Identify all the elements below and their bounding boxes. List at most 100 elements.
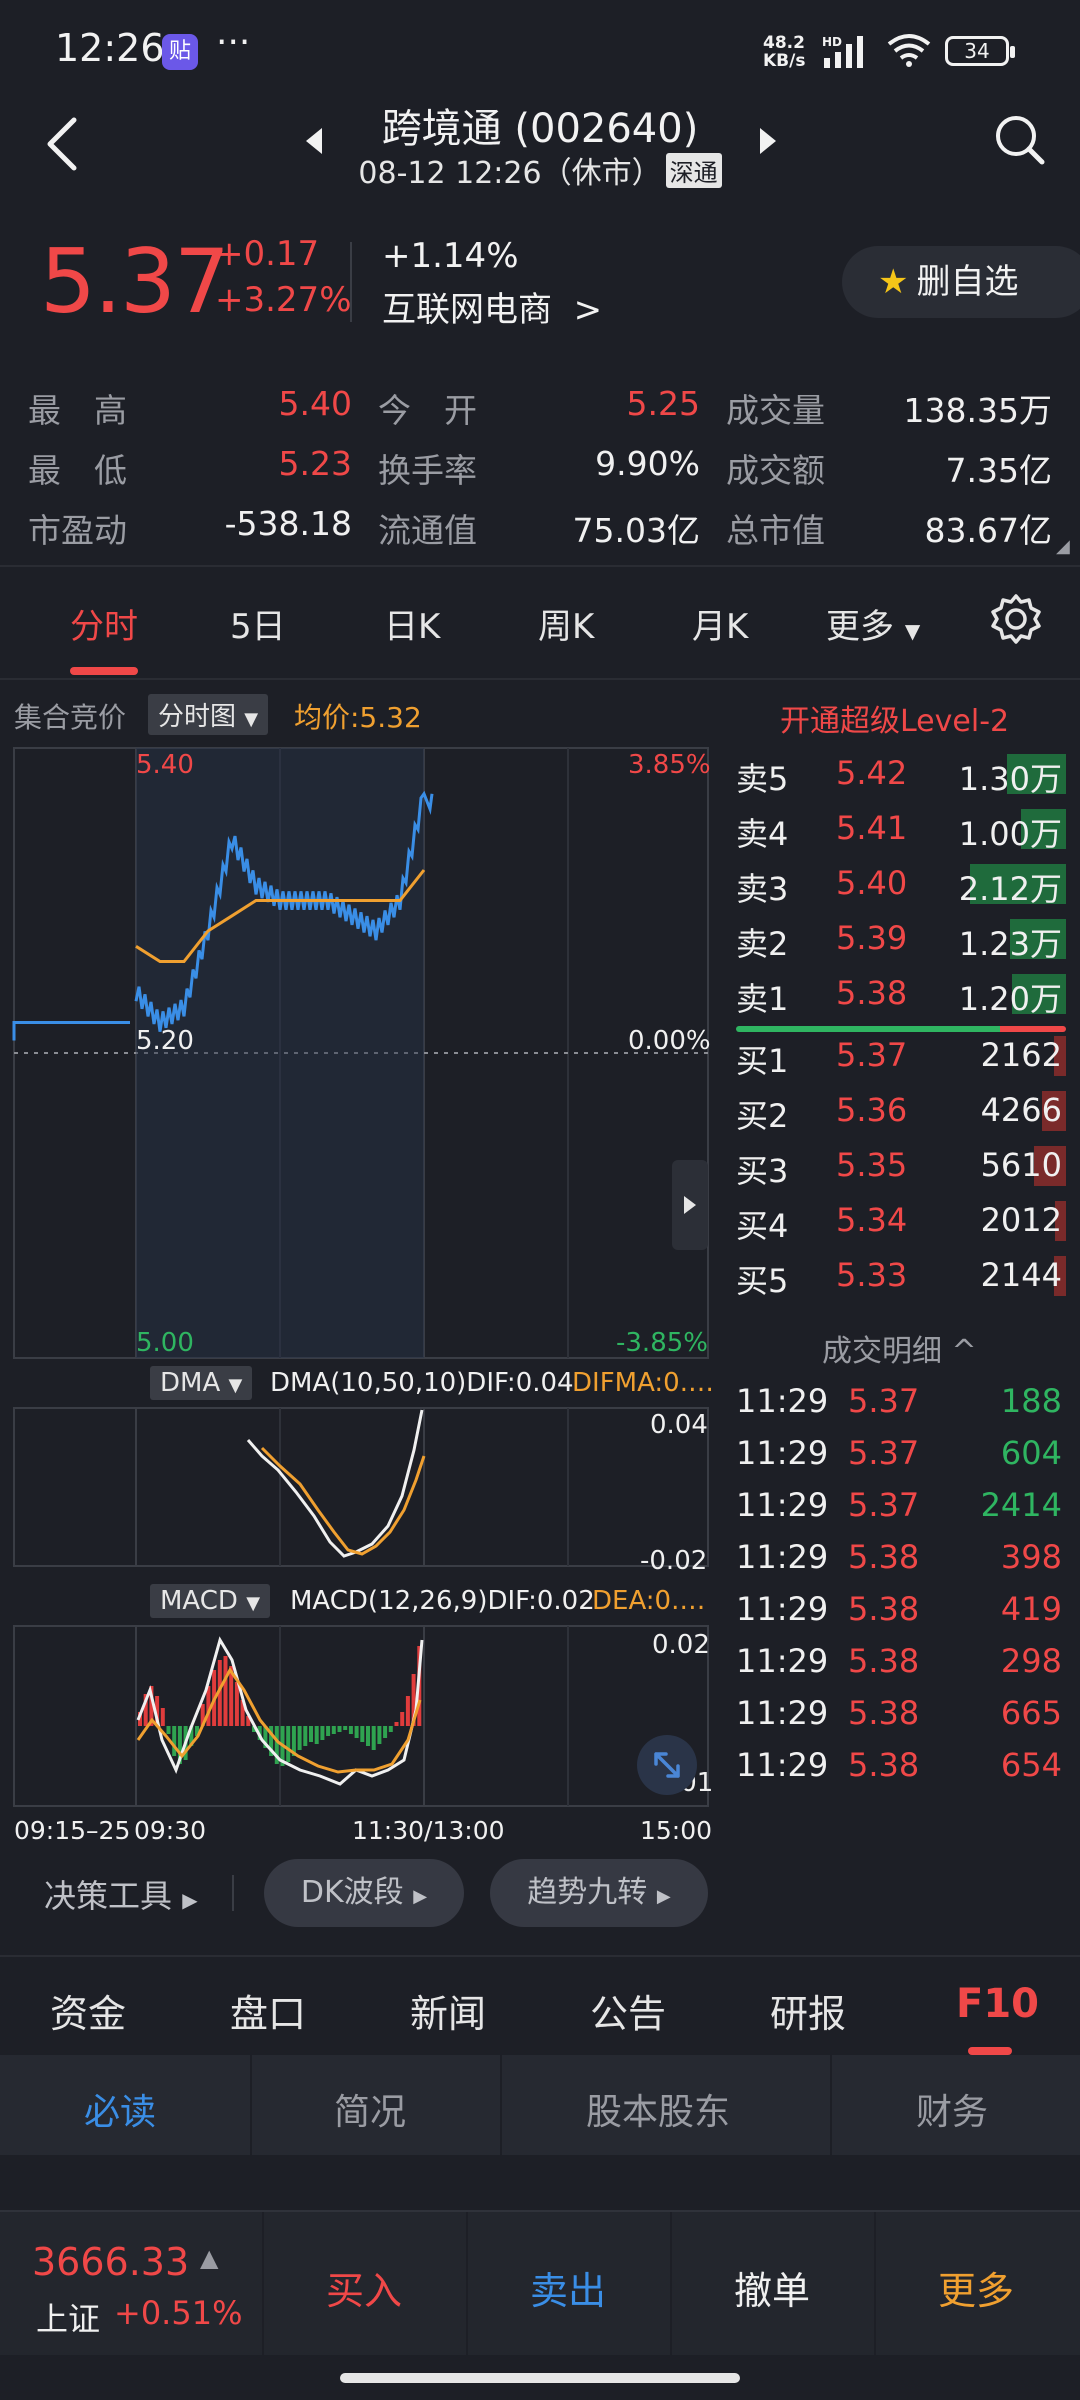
- buy-button[interactable]: 买入: [326, 2260, 402, 2315]
- trade-volume: 298: [1000, 1642, 1062, 1680]
- sector-change[interactable]: +1.14%: [382, 236, 519, 276]
- index-change: +0.51%: [114, 2294, 243, 2332]
- subtab-overview[interactable]: 简况: [334, 2083, 406, 2135]
- collapse-orderbook-handle[interactable]: [672, 1160, 708, 1250]
- y-axis-mid: 5.20: [136, 1026, 194, 1056]
- tab-news[interactable]: 新闻: [410, 1983, 486, 2038]
- time-axis-close: 15:00: [640, 1816, 713, 1845]
- trade-time: 11:29: [736, 1694, 829, 1732]
- tab-intraday[interactable]: 分时: [70, 599, 138, 648]
- tab-5day[interactable]: 5日: [230, 599, 286, 648]
- ask-row[interactable]: 卖1 5.38 1.20万: [720, 970, 1080, 1020]
- ask-row[interactable]: 卖2 5.39 1.23万: [720, 915, 1080, 965]
- index-name: 上证: [36, 2300, 101, 2338]
- time-axis-open: 09:30: [134, 1816, 207, 1845]
- cancel-order-button[interactable]: 撤单: [734, 2260, 810, 2315]
- trade-price: 5.38: [848, 1538, 920, 1576]
- stat-value: 75.03亿: [572, 511, 700, 550]
- bid-row[interactable]: 买1 5.37 2162: [720, 1032, 1080, 1082]
- tab-research[interactable]: 研报: [770, 1983, 846, 2038]
- tab-more[interactable]: 更多 ▼: [826, 599, 920, 648]
- y-axis-top: 5.40: [136, 750, 194, 780]
- stock-title: 跨境通 (002640): [381, 106, 699, 152]
- dma-formula: DMA(10,50,10)DIF:0.04: [270, 1368, 574, 1398]
- tab-monthly-k[interactable]: 月K: [692, 599, 748, 648]
- trade-price: 5.37: [848, 1486, 920, 1524]
- dma-selector[interactable]: DMA ▼: [150, 1366, 253, 1400]
- subtab-shareholders[interactable]: 股本股东: [586, 2083, 730, 2135]
- caret-down-icon: ▼: [228, 1375, 243, 1396]
- more-button[interactable]: 更多: [938, 2260, 1014, 2315]
- trade-price: 5.38: [848, 1590, 920, 1628]
- stat-value: -538.18: [224, 504, 352, 543]
- battery-icon: 34: [945, 36, 1015, 66]
- stat-value: 5.25: [626, 384, 700, 423]
- ask-row[interactable]: 卖5 5.42 1.30万: [720, 750, 1080, 800]
- trade-volume: 398: [1000, 1538, 1062, 1576]
- bid-row[interactable]: 买5 5.33 2144: [720, 1252, 1080, 1302]
- tab-daily-k[interactable]: 日K: [384, 599, 440, 648]
- dk-band-button[interactable]: DK波段 ▶: [264, 1859, 464, 1927]
- macd-histogram-bar: [297, 1726, 302, 1750]
- tab-announcements[interactable]: 公告: [590, 1983, 666, 2038]
- trade-volume: 419: [1000, 1590, 1062, 1628]
- macd-histogram-bar: [337, 1726, 342, 1732]
- book-level-label: 买5: [736, 1262, 789, 1300]
- macd-histogram-bar: [286, 1726, 291, 1762]
- subtab-must-read[interactable]: 必读: [84, 2083, 156, 2135]
- book-price: 5.37: [836, 1036, 908, 1074]
- macd-selector[interactable]: MACD ▼: [150, 1584, 271, 1618]
- macd-histogram-bar: [348, 1726, 353, 1734]
- macd-histogram-bar: [314, 1726, 319, 1744]
- status-time: 12:26: [55, 26, 165, 70]
- bid-row[interactable]: 买2 5.36 4266: [720, 1087, 1080, 1137]
- trade-time: 11:29: [736, 1486, 829, 1524]
- next-stock-icon[interactable]: [756, 126, 780, 156]
- trade-volume: 665: [1000, 1694, 1062, 1732]
- tab-f10[interactable]: F10: [956, 1981, 1039, 2027]
- trade-price: 5.38: [848, 1694, 920, 1732]
- trade-price: 5.38: [848, 1746, 920, 1784]
- tab-orderbook[interactable]: 盘口: [230, 1983, 306, 2038]
- active-tab-indicator: [70, 667, 138, 675]
- trade-time: 11:29: [736, 1642, 829, 1680]
- macd-histogram-bar: [371, 1726, 376, 1750]
- order-book: 开通超级Level-2 卖5 5.42 1.30万 卖4 5.41 1.00万 卖3 5.40…: [720, 680, 1080, 1860]
- subtab-financials[interactable]: 财务: [916, 2083, 988, 2135]
- trades-header[interactable]: 成交明细 ^: [822, 1326, 977, 1370]
- stat-label: 换手率: [378, 451, 477, 490]
- trade-volume: 604: [1000, 1434, 1062, 1472]
- signal-icon: HD: [822, 35, 863, 68]
- fullscreen-icon[interactable]: [636, 1734, 698, 1796]
- search-icon[interactable]: [990, 110, 1050, 170]
- stock-session: 08-12 12:26（休市） 深通: [0, 148, 1080, 192]
- level2-banner[interactable]: 开通超级Level-2: [780, 696, 1009, 740]
- ask-row[interactable]: 卖4 5.41 1.00万: [720, 805, 1080, 855]
- trend-nine-button[interactable]: 趋势九转 ▶: [490, 1859, 708, 1927]
- panel-frame: [13, 1407, 709, 1567]
- divider: [232, 1875, 234, 1911]
- tab-funds[interactable]: 资金: [50, 1983, 126, 2038]
- stock-header: 跨境通 (002640) 08-12 12:26（休市） 深通: [0, 90, 1080, 200]
- ask-row[interactable]: 卖3 5.40 2.12万: [720, 860, 1080, 910]
- expand-corner-icon[interactable]: ◢: [1056, 536, 1070, 557]
- trade-volume: 2414: [980, 1486, 1062, 1524]
- bid-row[interactable]: 买3 5.35 5610: [720, 1142, 1080, 1192]
- settings-icon[interactable]: [990, 593, 1042, 645]
- bid-ask-ratio-bar: [736, 1026, 1066, 1032]
- book-level-label: 卖2: [736, 925, 789, 963]
- tab-weekly-k[interactable]: 周K: [538, 599, 594, 648]
- book-level-label: 卖1: [736, 980, 789, 1018]
- bid-row[interactable]: 买4 5.34 2012: [720, 1197, 1080, 1247]
- trade-price: 5.37: [848, 1382, 920, 1420]
- decision-tools-button[interactable]: 决策工具 ▶: [44, 1871, 198, 1917]
- sector-link[interactable]: 互联网电商 >: [382, 282, 602, 331]
- macd-formula: MACD(12,26,9)DIF:0.02: [290, 1586, 595, 1616]
- book-price: 5.38: [836, 974, 908, 1012]
- index-ticker[interactable]: 3666.33 ▲ 上证 +0.51%: [0, 2212, 262, 2357]
- sell-button[interactable]: 卖出: [530, 2260, 606, 2315]
- trade-price: 5.37: [848, 1434, 920, 1472]
- intraday-chart[interactable]: [0, 680, 720, 1860]
- home-indicator[interactable]: [340, 2373, 740, 2383]
- remove-watchlist-button[interactable]: ★ 删自选: [842, 246, 1080, 318]
